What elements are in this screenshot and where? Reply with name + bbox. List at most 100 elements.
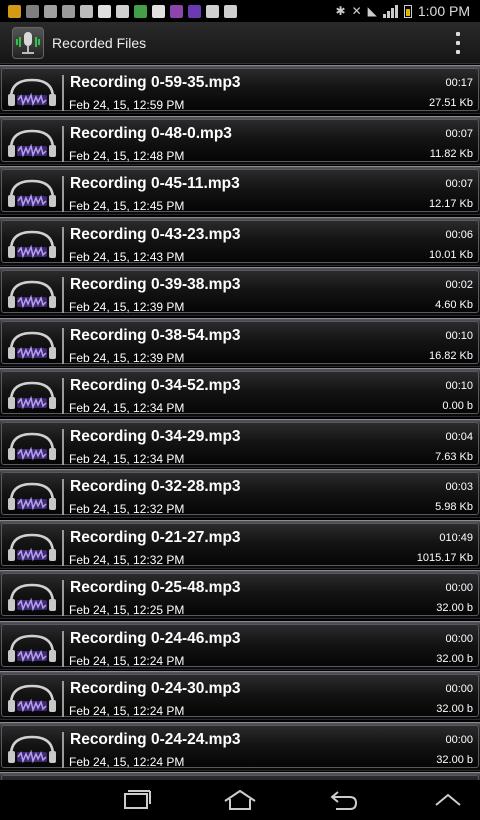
- recording-size: 27.51 Kb: [428, 97, 473, 109]
- recording-name: Recording 0-48-0.mp3: [70, 124, 232, 142]
- wifi-icon: ◣: [367, 4, 377, 18]
- recording-row[interactable]: Recording 0-25-48.mp3 Feb 24, 15, 12:25 P…: [0, 570, 480, 619]
- recording-row-frame: Recording 0-32-28.mp3 Feb 24, 15, 12:32 P…: [1, 472, 479, 516]
- recording-row-frame: Recording 0-43-23.mp3 Feb 24, 15, 12:43 P…: [1, 219, 479, 264]
- recording-duration: 00:10: [445, 329, 473, 342]
- row-divider: [62, 378, 64, 414]
- notification-icon: [152, 4, 165, 18]
- screen-title: Recorded Files: [52, 34, 147, 51]
- recording-date: Feb 24, 15, 12:43 PM: [69, 249, 185, 264]
- recording-name: Recording 0-39-38.mp3: [70, 276, 241, 293]
- notification-icon: [80, 4, 93, 18]
- recording-row[interactable]: Recording 0-59-35.mp3 Feb 24, 15, 12:59 P…: [0, 65, 480, 114]
- recording-size: 4.60 Kb: [435, 299, 473, 311]
- recording-size: 12.17 Kb: [428, 198, 473, 210]
- recording-date: Feb 24, 15, 12:24 PM: [69, 754, 185, 769]
- recording-name: Recording 0-34-52.mp3: [70, 377, 241, 394]
- headphones-icon: [6, 731, 58, 769]
- recording-duration: 00:07: [445, 127, 473, 140]
- recording-row-frame: Recording 0-24-46.mp3 Feb 24, 15, 12:24 P…: [1, 623, 479, 668]
- recording-duration: 010:49: [439, 531, 473, 544]
- action-bar: Recorded Files: [0, 22, 480, 64]
- row-divider: [62, 75, 64, 111]
- recording-row[interactable]: Recording 0-38-54.mp3 Feb 24, 15, 12:39 P…: [0, 317, 480, 367]
- recording-row[interactable]: Recording 0-48-0.mp3 Feb 24, 15, 12:48 PM…: [0, 115, 480, 165]
- recordings-list[interactable]: Recording 0-59-35.mp3 Feb 24, 15, 12:59 P…: [0, 64, 480, 780]
- recording-row-frame: Recording 0-24-30.mp3 Feb 24, 15, 12:24 P…: [1, 674, 479, 718]
- mute-icon: ✕: [351, 4, 362, 18]
- row-divider: [62, 731, 64, 768]
- recording-name: Recording 0-38-54.mp3: [70, 326, 241, 344]
- recording-name: Recording 0-24-24.mp3: [70, 730, 241, 748]
- app-microphone-icon[interactable]: [12, 26, 44, 59]
- notification-icon: [170, 4, 183, 18]
- notification-icon: [188, 4, 201, 18]
- recording-row[interactable]: Recording 0-21-27.mp3 Feb 24, 15, 12:32 P…: [0, 519, 480, 569]
- recording-name: Recording 0-59-35.mp3: [70, 74, 241, 91]
- headphones-icon: [6, 276, 58, 314]
- row-divider: [62, 277, 64, 313]
- recording-row[interactable]: Recording 0-24-11.mp3: [0, 772, 480, 780]
- bluetooth-icon: ✱: [335, 4, 346, 18]
- overflow-menu-icon[interactable]: [452, 32, 464, 54]
- recording-row-frame: Recording 0-34-29.mp3 Feb 24, 15, 12:34 P…: [1, 421, 479, 466]
- recording-size: 0.00 b: [442, 400, 473, 412]
- recording-row[interactable]: Recording 0-24-24.mp3 Feb 24, 15, 12:24 P…: [0, 721, 480, 771]
- recording-name: Recording 0-34-29.mp3: [70, 427, 241, 445]
- recording-name: Recording 0-24-46.mp3: [70, 629, 241, 647]
- recording-row[interactable]: Recording 0-45-11.mp3 Feb 24, 15, 12:45 P…: [0, 166, 480, 215]
- recording-row-frame: Recording 0-45-11.mp3 Feb 24, 15, 12:45 P…: [1, 169, 479, 213]
- recording-row[interactable]: Recording 0-34-29.mp3 Feb 24, 15, 12:34 P…: [0, 418, 480, 468]
- recording-size: 32.00 b: [436, 703, 473, 715]
- recording-date: Feb 24, 15, 12:32 PM: [69, 552, 185, 567]
- notification-icon: [26, 4, 39, 18]
- recording-duration: 00:17: [445, 77, 473, 89]
- notification-icon: [8, 4, 21, 18]
- row-divider: [62, 125, 64, 162]
- row-divider: [62, 681, 64, 717]
- row-divider: [62, 529, 64, 566]
- headphones-icon: [6, 579, 58, 617]
- recording-name: Recording 0-21-27.mp3: [70, 528, 241, 546]
- notification-icon: [224, 4, 237, 18]
- notification-icons: [8, 4, 237, 18]
- row-divider: [62, 176, 64, 212]
- recording-date: Feb 24, 15, 12:39 PM: [69, 350, 185, 365]
- recording-row-frame: Recording 0-48-0.mp3 Feb 24, 15, 12:48 PM…: [1, 118, 479, 163]
- recording-size: 16.82 Kb: [428, 349, 473, 362]
- recording-row[interactable]: Recording 0-32-28.mp3 Feb 24, 15, 12:32 P…: [0, 469, 480, 518]
- recording-row[interactable]: Recording 0-39-38.mp3 Feb 24, 15, 12:39 P…: [0, 267, 480, 316]
- recording-row-frame: Recording 0-34-52.mp3 Feb 24, 15, 12:34 P…: [1, 371, 479, 415]
- notification-icon: [44, 4, 57, 18]
- recording-duration: 00:02: [445, 279, 473, 291]
- headphones-icon: [6, 680, 58, 718]
- recording-date: Feb 24, 15, 12:24 PM: [69, 653, 185, 668]
- recording-date: Feb 24, 15, 12:34 PM: [69, 451, 185, 466]
- recording-row[interactable]: Recording 0-24-30.mp3 Feb 24, 15, 12:24 P…: [0, 671, 480, 720]
- back-icon[interactable]: [324, 788, 364, 812]
- recording-date: Feb 24, 15, 12:48 PM: [69, 148, 185, 163]
- recording-size: 32.00 b: [436, 602, 473, 614]
- recording-duration: 00:00: [445, 582, 473, 594]
- recording-row[interactable]: Recording 0-43-23.mp3 Feb 24, 15, 12:43 P…: [0, 216, 480, 266]
- recording-size: 5.98 Kb: [435, 501, 473, 513]
- up-chevron-icon[interactable]: [428, 788, 468, 812]
- recording-row-frame: Recording 0-39-38.mp3 Feb 24, 15, 12:39 P…: [1, 270, 479, 314]
- recording-row[interactable]: Recording 0-24-46.mp3 Feb 24, 15, 12:24 P…: [0, 620, 480, 670]
- recording-row[interactable]: Recording 0-34-52.mp3 Feb 24, 15, 12:34 P…: [0, 368, 480, 417]
- navigation-bar: [0, 780, 480, 820]
- headphones-icon: [6, 630, 58, 668]
- recording-duration: 00:03: [445, 481, 473, 493]
- clock: 1:00 PM: [417, 3, 470, 19]
- recording-duration: 00:07: [445, 178, 473, 190]
- headphones-icon: [6, 377, 58, 415]
- home-icon[interactable]: [220, 788, 260, 812]
- row-divider: [62, 226, 64, 263]
- row-divider: [62, 428, 64, 465]
- recording-size: 1015.17 Kb: [416, 551, 473, 564]
- status-bar: ✱ ✕ ◣ 1:00 PM: [0, 0, 480, 22]
- recording-date: Feb 24, 15, 12:34 PM: [69, 401, 185, 415]
- notification-icon: [116, 4, 129, 18]
- recent-apps-icon[interactable]: [117, 788, 157, 812]
- recording-size: 11.82 Kb: [429, 147, 473, 160]
